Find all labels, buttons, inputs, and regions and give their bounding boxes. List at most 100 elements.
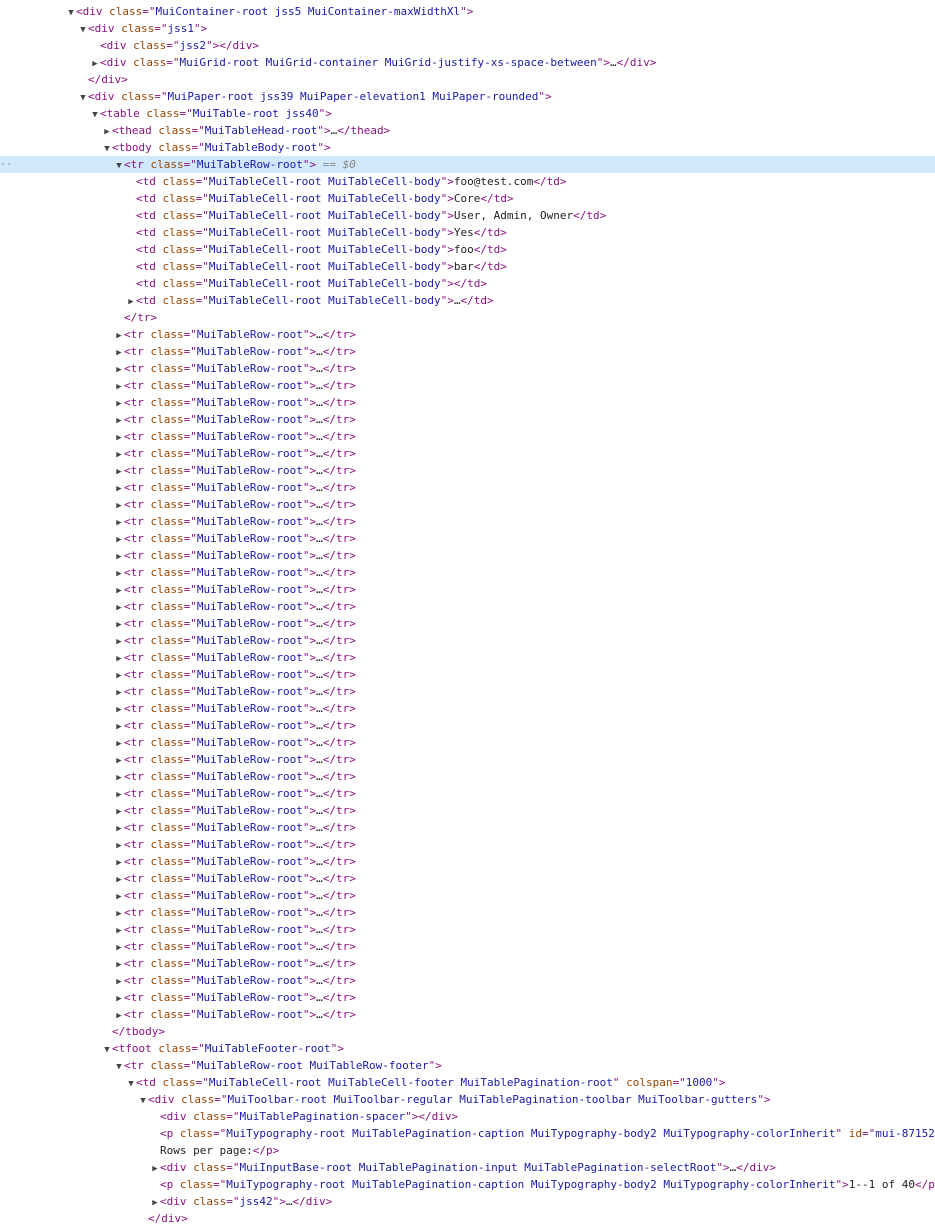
dom-tree-line[interactable]: ▼ <div class="MuiToolbar-root MuiToolbar-… (0, 1091, 935, 1108)
dom-tree-line[interactable]: ▶ <div class="MuiGrid-root MuiGrid-contai… (0, 54, 935, 71)
dom-tree-line[interactable]: ▶ <div class="jss42">…</div> (0, 1193, 935, 1210)
dom-tree-line[interactable]: ▶ <tr class="MuiTableRow-root">…</tr> (0, 547, 935, 564)
dom-tree-line[interactable]: <td class="MuiTableCell-root MuiTableCel… (0, 258, 935, 275)
collapsed-arrow-icon[interactable]: ▶ (114, 855, 124, 870)
collapsed-arrow-icon[interactable]: ▶ (114, 685, 124, 700)
collapsed-arrow-icon[interactable]: ▶ (114, 498, 124, 513)
dom-tree-line[interactable]: ▶ <tr class="MuiTableRow-root">…</tr> (0, 921, 935, 938)
collapsed-arrow-icon[interactable]: ▶ (114, 889, 124, 904)
collapsed-arrow-icon[interactable]: ▶ (114, 940, 124, 955)
dom-tree-line[interactable]: ▶ <tr class="MuiTableRow-root">…</tr> (0, 479, 935, 496)
dom-tree-line[interactable]: ▶ <tr class="MuiTableRow-root">…</tr> (0, 581, 935, 598)
dom-tree-line[interactable]: ▶ <tr class="MuiTableRow-root">…</tr> (0, 836, 935, 853)
dom-tree-line[interactable]: ▶ <tr class="MuiTableRow-root">…</tr> (0, 700, 935, 717)
dom-tree-line[interactable]: ▶ <tr class="MuiTableRow-root">…</tr> (0, 1006, 935, 1023)
dom-tree-line[interactable]: ▼ <tr class="MuiTableRow-root MuiTableRow… (0, 1057, 935, 1074)
collapsed-arrow-icon[interactable]: ▶ (114, 719, 124, 734)
collapsed-arrow-icon[interactable]: ▶ (114, 753, 124, 768)
dom-tree-line[interactable]: <td class="MuiTableCell-root MuiTableCel… (0, 241, 935, 258)
dom-tree-line[interactable]: ▼ <div class="jss1"> (0, 20, 935, 37)
dom-tree-line[interactable]: <td class="MuiTableCell-root MuiTableCel… (0, 207, 935, 224)
collapsed-arrow-icon[interactable]: ▶ (114, 668, 124, 683)
dom-tree-line[interactable]: ▶ <tr class="MuiTableRow-root">…</tr> (0, 445, 935, 462)
dom-tree-line[interactable]: ▶ <tr class="MuiTableRow-root">…</tr> (0, 649, 935, 666)
collapsed-arrow-icon[interactable]: ▶ (114, 923, 124, 938)
collapsed-arrow-icon[interactable]: ▶ (114, 362, 124, 377)
collapsed-arrow-icon[interactable]: ▶ (150, 1195, 160, 1210)
dom-tree-line[interactable]: ▶ <tr class="MuiTableRow-root">…</tr> (0, 785, 935, 802)
dom-tree-line[interactable]: <p class="MuiTypography-root MuiTablePag… (0, 1125, 935, 1142)
dom-tree-line[interactable]: ▶ <tr class="MuiTableRow-root">…</tr> (0, 717, 935, 734)
dom-tree-line[interactable]: <td class="MuiTableCell-root MuiTableCel… (0, 190, 935, 207)
collapsed-arrow-icon[interactable]: ▶ (114, 532, 124, 547)
dom-tree-line[interactable]: ▼ <table class="MuiTable-root jss40"> (0, 105, 935, 122)
collapsed-arrow-icon[interactable]: ▶ (114, 1008, 124, 1023)
dom-tree-line[interactable]: ▶ <tr class="MuiTableRow-root">…</tr> (0, 632, 935, 649)
dom-tree-line[interactable]: ▶ <td class="MuiTableCell-root MuiTableCe… (0, 292, 935, 309)
collapsed-arrow-icon[interactable]: ▶ (114, 651, 124, 666)
dom-tree-line[interactable]: ▼ <div class="MuiContainer-root jss5 MuiC… (0, 3, 935, 20)
dom-tree-line[interactable]: ▼ <tfoot class="MuiTableFooter-root"> (0, 1040, 935, 1057)
dom-tree-line[interactable]: <td class="MuiTableCell-root MuiTableCel… (0, 173, 935, 190)
dom-tree-line[interactable]: </div> (0, 71, 935, 88)
dom-tree-line[interactable]: <td class="MuiTableCell-root MuiTableCel… (0, 224, 935, 241)
collapsed-arrow-icon[interactable]: ▶ (114, 600, 124, 615)
collapsed-arrow-icon[interactable]: ▶ (114, 770, 124, 785)
dom-tree-line[interactable]: ▶ <tr class="MuiTableRow-root">…</tr> (0, 377, 935, 394)
expanded-arrow-icon[interactable]: ▼ (126, 1076, 136, 1091)
dom-tree-line[interactable]: ▶ <tr class="MuiTableRow-root">…</tr> (0, 870, 935, 887)
collapsed-arrow-icon[interactable]: ▶ (114, 872, 124, 887)
dom-tree-line[interactable]: ▶ <tr class="MuiTableRow-root">…</tr> (0, 887, 935, 904)
dom-tree-line[interactable]: ·· ▼ <tr class="MuiTableRow-root"> == $0 (0, 156, 935, 173)
dom-tree-line[interactable]: ▶ <div class="MuiInputBase-root MuiTableP… (0, 1159, 935, 1176)
expanded-arrow-icon[interactable]: ▼ (66, 5, 76, 20)
collapsed-arrow-icon[interactable]: ▶ (114, 617, 124, 632)
collapsed-arrow-icon[interactable]: ▶ (114, 379, 124, 394)
expanded-arrow-icon[interactable]: ▼ (138, 1093, 148, 1108)
dom-tree-line[interactable]: <p class="MuiTypography-root MuiTablePag… (0, 1176, 935, 1193)
collapsed-arrow-icon[interactable]: ▶ (114, 515, 124, 530)
collapsed-arrow-icon[interactable]: ▶ (114, 396, 124, 411)
dom-tree-line[interactable]: ▶ <tr class="MuiTableRow-root">…</tr> (0, 683, 935, 700)
dom-tree-line[interactable]: ▶ <tr class="MuiTableRow-root">…</tr> (0, 394, 935, 411)
dom-tree-line[interactable]: ▶ <tr class="MuiTableRow-root">…</tr> (0, 462, 935, 479)
dom-tree-line[interactable]: ▶ <tr class="MuiTableRow-root">…</tr> (0, 326, 935, 343)
collapsed-arrow-icon[interactable]: ▶ (114, 702, 124, 717)
dom-tree-line[interactable]: </div> (0, 1210, 935, 1227)
collapsed-arrow-icon[interactable]: ▶ (114, 345, 124, 360)
collapsed-arrow-icon[interactable]: ▶ (114, 447, 124, 462)
dom-tree-line[interactable]: ▶ <tr class="MuiTableRow-root">…</tr> (0, 768, 935, 785)
collapsed-arrow-icon[interactable]: ▶ (114, 549, 124, 564)
dom-tree-line[interactable]: ▶ <tr class="MuiTableRow-root">…</tr> (0, 411, 935, 428)
dom-tree-line[interactable]: ▶ <tr class="MuiTableRow-root">…</tr> (0, 802, 935, 819)
dom-tree-line[interactable]: ▶ <tr class="MuiTableRow-root">…</tr> (0, 343, 935, 360)
collapsed-arrow-icon[interactable]: ▶ (114, 974, 124, 989)
dom-tree-line[interactable]: ▶ <tr class="MuiTableRow-root">…</tr> (0, 513, 935, 530)
dom-tree-line[interactable]: <div class="MuiTablePagination-spacer"><… (0, 1108, 935, 1125)
collapsed-arrow-icon[interactable]: ▶ (114, 328, 124, 343)
collapsed-arrow-icon[interactable]: ▶ (114, 430, 124, 445)
collapsed-arrow-icon[interactable]: ▶ (114, 566, 124, 581)
collapsed-arrow-icon[interactable]: ▶ (114, 413, 124, 428)
expanded-arrow-icon[interactable]: ▼ (102, 141, 112, 156)
dom-tree-line[interactable]: ▶ <tr class="MuiTableRow-root">…</tr> (0, 853, 935, 870)
dom-tree-line[interactable]: ▶ <tr class="MuiTableRow-root">…</tr> (0, 972, 935, 989)
collapsed-arrow-icon[interactable]: ▶ (114, 991, 124, 1006)
dom-tree-line[interactable]: Rows per page:</p> (0, 1142, 935, 1159)
dom-tree-line[interactable]: ▶ <tr class="MuiTableRow-root">…</tr> (0, 989, 935, 1006)
collapsed-arrow-icon[interactable]: ▶ (102, 124, 112, 139)
dom-tree-line[interactable]: ▶ <tr class="MuiTableRow-root">…</tr> (0, 751, 935, 768)
dom-tree-line[interactable]: ▶ <tr class="MuiTableRow-root">…</tr> (0, 938, 935, 955)
collapsed-arrow-icon[interactable]: ▶ (114, 464, 124, 479)
dom-tree-line[interactable]: ▼ <tbody class="MuiTableBody-root"> (0, 139, 935, 156)
collapsed-arrow-icon[interactable]: ▶ (90, 56, 100, 71)
collapsed-arrow-icon[interactable]: ▶ (150, 1161, 160, 1176)
collapsed-arrow-icon[interactable]: ▶ (114, 583, 124, 598)
dom-tree-line[interactable]: ▶ <tr class="MuiTableRow-root">…</tr> (0, 564, 935, 581)
collapsed-arrow-icon[interactable]: ▶ (114, 634, 124, 649)
expanded-arrow-icon[interactable]: ▼ (78, 90, 88, 105)
collapsed-arrow-icon[interactable]: ▶ (114, 906, 124, 921)
dom-tree-line[interactable]: ▶ <tr class="MuiTableRow-root">…</tr> (0, 955, 935, 972)
collapsed-arrow-icon[interactable]: ▶ (114, 957, 124, 972)
dom-tree-line[interactable]: ▶ <tr class="MuiTableRow-root">…</tr> (0, 360, 935, 377)
